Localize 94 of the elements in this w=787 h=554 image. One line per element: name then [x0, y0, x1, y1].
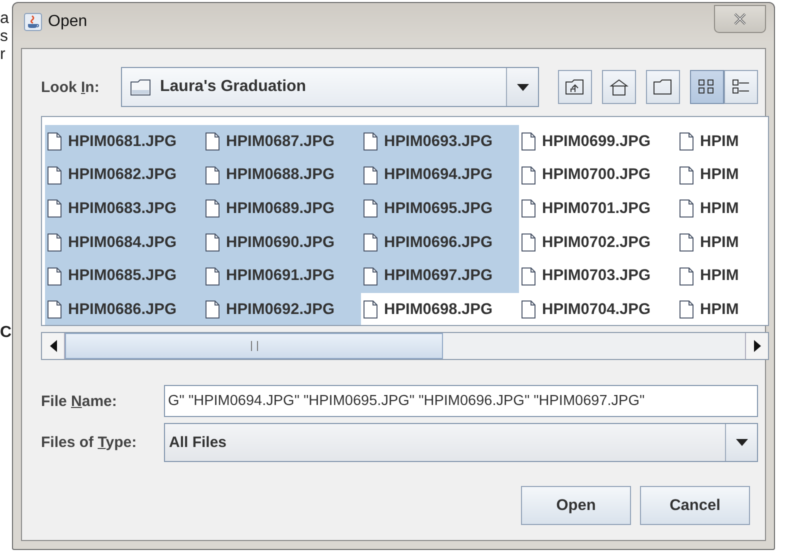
file-type-dropdown[interactable]: All Files — [164, 423, 758, 462]
file-icon — [363, 132, 378, 152]
file-item[interactable]: HPIM0688.JPG — [203, 158, 361, 192]
file-item[interactable]: HPIM — [677, 292, 768, 325]
look-in-dropdown[interactable]: Laura's Graduation — [121, 67, 539, 107]
file-item[interactable]: HPIM0683.JPG — [45, 192, 203, 226]
file-item[interactable]: HPIM0691.JPG — [203, 259, 361, 293]
file-icon — [205, 233, 220, 252]
details-view-button[interactable] — [724, 70, 758, 104]
close-icon — [733, 13, 747, 25]
file-icon — [521, 300, 536, 320]
file-type-value: All Files — [169, 434, 228, 451]
look-in-value: Laura's Graduation — [160, 78, 308, 96]
details-list-icon — [732, 79, 750, 95]
file-icon — [521, 199, 536, 218]
file-name-field[interactable]: G" "HPIM0694.JPG" "HPIM0695.JPG" "HPIM0696.JPG" "HPIM0697.JPG" — [164, 385, 758, 417]
file-icon — [205, 132, 220, 152]
left-arrow-icon — [50, 340, 56, 352]
file-icon — [205, 166, 220, 185]
cancel-button[interactable]: Cancel — [640, 486, 750, 525]
file-icon — [363, 233, 378, 252]
folder-icon — [130, 78, 152, 96]
file-icon — [47, 132, 62, 152]
file-icon — [679, 132, 694, 152]
file-item[interactable]: HPIM0694.JPG — [361, 158, 519, 192]
file-item[interactable]: HPIM — [677, 158, 768, 192]
file-icon — [205, 300, 220, 320]
home-icon — [609, 78, 629, 96]
file-icon — [679, 300, 694, 320]
file-item[interactable]: HPIM — [677, 192, 768, 226]
file-icon — [47, 199, 62, 218]
grid-icon — [698, 79, 716, 95]
file-item[interactable]: HPIM0689.JPG — [203, 192, 361, 226]
file-icon — [363, 166, 378, 185]
file-item[interactable]: HPIM0685.JPG — [45, 259, 203, 293]
file-icon — [521, 233, 536, 252]
file-item[interactable]: HPIM0692.JPG — [203, 292, 361, 325]
file-icon — [47, 300, 62, 320]
file-icon — [205, 199, 220, 218]
background-text: r — [0, 46, 6, 64]
file-item[interactable]: HPIM0690.JPG — [203, 226, 361, 260]
look-in-label: Look In: — [41, 78, 100, 96]
coffee-cup-icon — [24, 12, 42, 30]
file-item[interactable]: HPIM0684.JPG — [45, 226, 203, 260]
file-icon — [521, 166, 536, 185]
file-icon — [679, 233, 694, 252]
file-item[interactable]: HPIM0682.JPG — [45, 158, 203, 192]
new-folder-button[interactable] — [646, 70, 680, 104]
scroll-left-button[interactable] — [42, 333, 65, 359]
up-folder-button[interactable] — [558, 70, 592, 104]
folder-icon — [653, 78, 673, 96]
right-arrow-icon — [754, 340, 760, 352]
window-title: Open — [48, 12, 88, 30]
open-button[interactable]: Open — [521, 486, 631, 525]
file-icon — [363, 300, 378, 320]
file-icon — [47, 266, 62, 286]
file-type-label: Files of Type: — [41, 434, 138, 451]
folder-up-arrow-icon — [565, 78, 585, 96]
scrollbar-thumb[interactable] — [65, 333, 443, 359]
file-icon — [521, 132, 536, 152]
background-text: s — [0, 28, 9, 46]
file-icon — [363, 199, 378, 218]
file-icon — [47, 233, 62, 252]
list-view-button[interactable] — [690, 70, 724, 104]
file-item[interactable]: HPIM — [677, 259, 768, 293]
background-text: a — [0, 10, 10, 28]
file-item[interactable]: HPIM0693.JPG — [361, 125, 519, 159]
file-name-label: File Name: — [41, 392, 118, 410]
file-icon — [679, 199, 694, 218]
file-item[interactable]: HPIM — [677, 226, 768, 260]
file-icon — [679, 166, 694, 185]
file-icon — [363, 266, 378, 286]
file-item[interactable]: HPIM0686.JPG — [45, 292, 203, 325]
background-text: C — [0, 324, 12, 342]
file-item[interactable]: HPIM0700.JPG — [519, 158, 677, 192]
file-item[interactable]: HPIM0696.JPG — [361, 226, 519, 260]
file-item[interactable]: HPIM0704.JPG — [519, 292, 677, 325]
file-icon — [47, 166, 62, 185]
file-item[interactable]: HPIM0703.JPG — [519, 259, 677, 293]
file-item[interactable]: HPIM0699.JPG — [519, 125, 677, 159]
file-icon — [679, 266, 694, 286]
file-item[interactable]: HPIM0695.JPG — [361, 192, 519, 226]
file-item[interactable]: HPIM0681.JPG — [45, 125, 203, 159]
file-item[interactable]: HPIM0701.JPG — [519, 192, 677, 226]
file-item[interactable]: HPIM0697.JPG — [361, 259, 519, 293]
file-item[interactable]: HPIM0687.JPG — [203, 125, 361, 159]
scroll-right-button[interactable] — [745, 333, 768, 359]
home-button[interactable] — [602, 70, 636, 104]
file-item[interactable]: HPIM0702.JPG — [519, 226, 677, 260]
horizontal-scrollbar[interactable] — [41, 332, 769, 360]
file-icon — [205, 266, 220, 286]
file-icon — [521, 266, 536, 286]
file-item[interactable]: HPIM0698.JPG — [361, 292, 519, 325]
file-item[interactable]: HPIM — [677, 125, 768, 159]
